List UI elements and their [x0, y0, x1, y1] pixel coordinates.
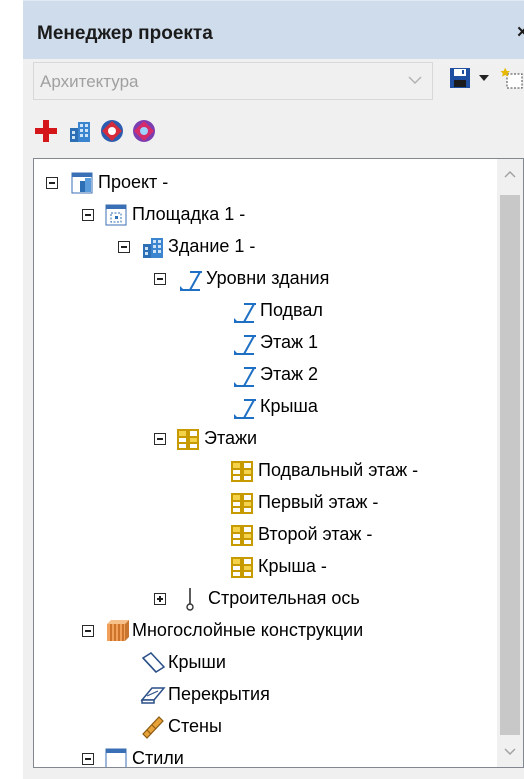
building-icon[interactable] — [67, 118, 93, 144]
tree-label: Здание 1 - — [168, 236, 256, 256]
tree-label: Подвальный этаж - — [258, 460, 419, 480]
close-button[interactable]: × — [517, 22, 524, 44]
tree-item-level-floor1[interactable]: Этаж 1 — [34, 329, 494, 359]
new-item-icon[interactable] — [500, 66, 524, 90]
tree-item-levels[interactable]: Уровни здания — [34, 265, 494, 295]
tree-label: Проект - — [98, 172, 169, 192]
tree-label: Второй этаж - — [258, 524, 373, 544]
chevron-down-icon — [408, 76, 422, 84]
tree-item-styles[interactable]: Стили — [34, 745, 494, 768]
tree-label: Крыши — [168, 652, 226, 672]
dropdown-triangle-icon[interactable] — [478, 74, 490, 82]
tree-label: Крыша - — [258, 556, 327, 576]
tree-item-storey-second[interactable]: Второй этаж - — [34, 521, 494, 551]
tree-item-project[interactable]: Проект - — [34, 169, 494, 199]
tree-label: Подвал — [260, 300, 323, 320]
grid-axis-icon — [186, 588, 194, 611]
tree-label: Этаж 2 — [260, 364, 319, 384]
storey-icon — [231, 493, 253, 514]
tree-item-level-roof[interactable]: Крыша — [34, 393, 494, 423]
styles-icon — [105, 748, 127, 767]
building-icon — [143, 238, 163, 258]
tree-item-storeys[interactable]: Этажи — [34, 425, 494, 455]
storey-icon — [231, 461, 253, 482]
level-icon — [234, 303, 256, 323]
discipline-dropdown-value: Архитектура — [40, 72, 139, 91]
panel-title: Менеджер проекта — [37, 23, 213, 44]
storey-icon — [177, 429, 199, 450]
tree-label: Площадка 1 - — [132, 204, 246, 224]
tree-label: Этажи — [204, 428, 258, 448]
tree-label: Перекрытия — [168, 684, 270, 704]
multilayer-icon — [107, 620, 129, 641]
wall-icon — [142, 716, 164, 739]
tree-item-storey-basement[interactable]: Подвальный этаж - — [34, 457, 494, 487]
expand-toggle[interactable] — [154, 593, 166, 605]
level-icon — [234, 367, 256, 387]
collapse-toggle[interactable] — [118, 241, 130, 253]
tree-item-site[interactable]: Площадка 1 - — [34, 201, 494, 231]
project-manager-panel: Менеджер проекта × Архитектура Проект - … — [23, 0, 524, 779]
purple-blue-shape-icon[interactable] — [131, 118, 157, 144]
tree-item-ml-walls[interactable]: Стены — [34, 713, 494, 743]
tree-label: Многослойные конструкции — [132, 620, 364, 640]
save-icon[interactable] — [448, 66, 472, 90]
tree-item-building[interactable]: Здание 1 - — [34, 233, 494, 263]
tree-item-grid-axis[interactable]: Строительная ось — [34, 585, 494, 615]
tree-label: Первый этаж - — [258, 492, 379, 512]
roof-icon — [141, 652, 166, 673]
project-icon — [71, 172, 93, 194]
panel-titlebar: Менеджер проекта × — [23, 0, 524, 59]
collapse-toggle[interactable] — [82, 753, 94, 765]
storey-icon — [231, 557, 253, 578]
tree-item-level-basement[interactable]: Подвал — [34, 297, 494, 327]
vertical-scrollbar[interactable] — [497, 159, 523, 767]
collapse-toggle[interactable] — [82, 625, 94, 637]
add-icon[interactable] — [33, 118, 59, 144]
scroll-up-icon[interactable] — [503, 169, 517, 179]
level-icon — [234, 335, 256, 355]
tree-label: Стили — [132, 748, 184, 768]
level-icon — [180, 271, 202, 291]
tree-item-storey-first[interactable]: Первый этаж - — [34, 489, 494, 519]
collapse-toggle[interactable] — [154, 433, 166, 445]
discipline-dropdown[interactable]: Архитектура — [33, 62, 433, 100]
tree-item-multilayer[interactable]: Многослойные конструкции — [34, 617, 494, 647]
site-icon — [105, 204, 127, 226]
tree-label: Строительная ось — [208, 588, 360, 608]
tree-label: Стены — [168, 716, 222, 736]
tree-item-ml-slabs[interactable]: Перекрытия — [34, 681, 494, 711]
tree-item-level-floor2[interactable]: Этаж 2 — [34, 361, 494, 391]
tree-label: Крыша — [260, 396, 318, 416]
collapse-toggle[interactable] — [82, 209, 94, 221]
collapse-toggle[interactable] — [154, 273, 166, 285]
level-icon — [234, 399, 256, 419]
slab-icon — [140, 687, 166, 704]
tree-label: Уровни здания — [206, 268, 330, 288]
red-blue-shape-icon[interactable] — [99, 118, 125, 144]
tree-label: Этаж 1 — [260, 332, 319, 352]
storey-icon — [231, 525, 253, 546]
scroll-down-icon[interactable] — [503, 747, 517, 757]
project-tree: Проект - Площадка 1 - Здание 1 - Уровни … — [33, 158, 524, 768]
tree-item-storey-roof[interactable]: Крыша - — [34, 553, 494, 583]
collapse-toggle[interactable] — [46, 177, 58, 189]
tree-item-ml-roofs[interactable]: Крыши — [34, 649, 494, 679]
scrollbar-thumb[interactable] — [500, 195, 520, 735]
